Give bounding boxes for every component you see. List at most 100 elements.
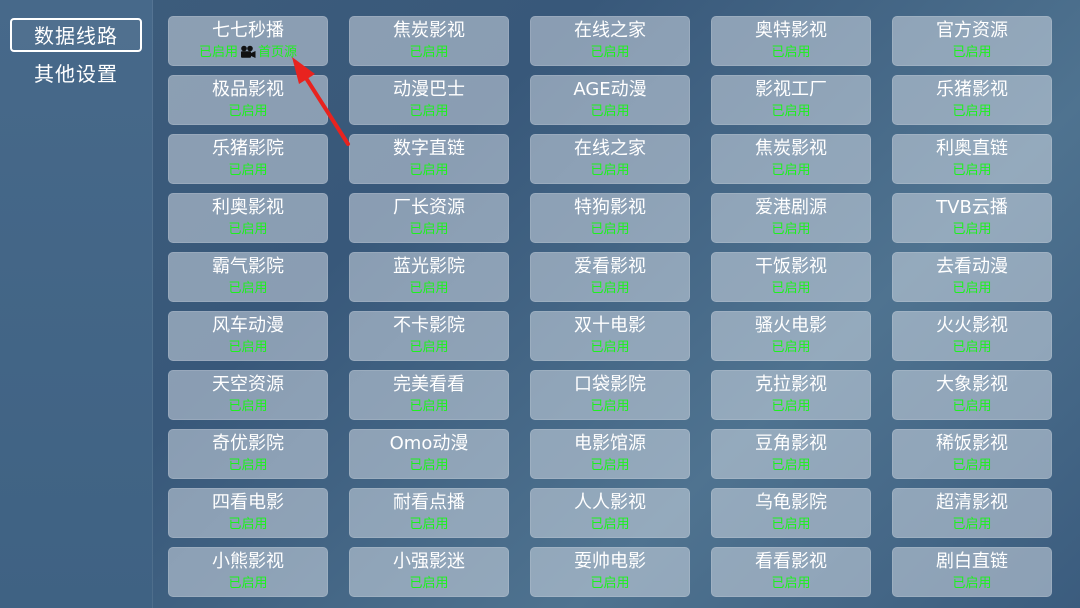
status-label: 已启用: [771, 45, 811, 60]
source-card[interactable]: 去看动漫 已启用: [892, 252, 1052, 302]
source-status: 已启用: [168, 281, 328, 297]
source-status: 已启用: [711, 222, 871, 238]
source-card[interactable]: 七七秒播 已启用 首页源: [168, 16, 328, 66]
source-status: 已启用: [168, 458, 328, 474]
source-card[interactable]: 大象影视 已启用: [892, 370, 1052, 420]
source-card[interactable]: 厂长资源 已启用: [349, 193, 509, 243]
source-card[interactable]: 爱看影视 已启用: [530, 252, 690, 302]
source-name: 乐猪影院: [212, 138, 284, 159]
source-card[interactable]: 官方资源 已启用: [892, 16, 1052, 66]
source-card[interactable]: 超清影视 已启用: [892, 488, 1052, 538]
source-card[interactable]: 数字直链 已启用: [349, 134, 509, 184]
source-card[interactable]: 天空资源 已启用: [168, 370, 328, 420]
source-name: 口袋影院: [574, 374, 646, 395]
source-card[interactable]: 焦炭影视 已启用: [711, 134, 871, 184]
source-card[interactable]: 风车动漫 已启用: [168, 311, 328, 361]
source-card[interactable]: 火火影视 已启用: [892, 311, 1052, 361]
source-card[interactable]: 蓝光影院 已启用: [349, 252, 509, 302]
status-label: 已启用: [952, 281, 992, 296]
source-card[interactable]: 极品影视 已启用: [168, 75, 328, 125]
source-status: 已启用: [349, 104, 509, 120]
source-card[interactable]: 霸气影院 已启用: [168, 252, 328, 302]
source-name: 奥特影视: [755, 20, 827, 41]
source-status: 已启用: [530, 399, 690, 415]
source-card[interactable]: 电影馆源 已启用: [530, 429, 690, 479]
source-card[interactable]: 克拉影视 已启用: [711, 370, 871, 420]
source-card[interactable]: 乐猪影视 已启用: [892, 75, 1052, 125]
source-status: 已启用: [349, 281, 509, 297]
source-card[interactable]: 乌龟影院 已启用: [711, 488, 871, 538]
source-name: 蓝光影院: [393, 256, 465, 277]
source-name: 利奥影视: [212, 197, 284, 218]
source-name: 小强影迷: [393, 551, 465, 572]
status-label: 已启用: [952, 104, 992, 119]
status-label: 已启用: [228, 340, 268, 355]
source-card[interactable]: TVB云播 已启用: [892, 193, 1052, 243]
source-card[interactable]: 完美看看 已启用: [349, 370, 509, 420]
status-label: 已启用: [771, 576, 811, 591]
source-card[interactable]: AGE动漫 已启用: [530, 75, 690, 125]
source-card[interactable]: Omo动漫已启用: [349, 429, 509, 479]
source-grid: 七七秒播 已启用 首页源 焦炭影视 已启用 在线之家 已启用 奥特影视 已启用 官方资源 已启用 极品…: [168, 16, 1052, 602]
source-card[interactable]: 小熊影视 已启用: [168, 547, 328, 597]
source-card[interactable]: 四看电影 已启用: [168, 488, 328, 538]
source-status: 已启用: [711, 281, 871, 297]
source-card[interactable]: 耐看点播 已启用: [349, 488, 509, 538]
source-name: 在线之家: [574, 20, 646, 41]
source-name: 乌龟影院: [755, 492, 827, 513]
status-label: 已启用: [228, 576, 268, 591]
source-card[interactable]: 在线之家 已启用: [530, 134, 690, 184]
source-status: 已启用: [711, 576, 871, 592]
status-label: 已启用: [409, 399, 449, 414]
source-card[interactable]: 焦炭影视 已启用: [349, 16, 509, 66]
status-label: 已启用: [409, 458, 449, 473]
source-card[interactable]: 利奥直链 已启用: [892, 134, 1052, 184]
source-status: 已启用: [349, 399, 509, 415]
status-label: 已启用: [590, 517, 630, 532]
status-label: 已启用: [771, 458, 811, 473]
source-card[interactable]: 利奥影视 已启用: [168, 193, 328, 243]
source-card[interactable]: 干饭影视 已启用: [711, 252, 871, 302]
sidebar-item-other-settings[interactable]: 其他设置: [10, 56, 142, 90]
source-card[interactable]: 特狗影视 已启用: [530, 193, 690, 243]
source-name: 克拉影视: [755, 374, 827, 395]
source-status: 已启用: [530, 517, 690, 533]
source-card[interactable]: 不卡影院 已启用: [349, 311, 509, 361]
source-name: 天空资源: [212, 374, 284, 395]
source-card[interactable]: 影视工厂 已启用: [711, 75, 871, 125]
source-name: 完美看看: [393, 374, 465, 395]
source-status: 已启用: [711, 163, 871, 179]
source-name: 官方资源: [936, 20, 1008, 41]
source-status: 已启用: [892, 163, 1052, 179]
source-card[interactable]: 剧白直链 已启用: [892, 547, 1052, 597]
source-card[interactable]: 骚火电影 已启用: [711, 311, 871, 361]
source-card[interactable]: 爱港剧源 已启用: [711, 193, 871, 243]
source-card[interactable]: 奇优影院 已启用: [168, 429, 328, 479]
source-card[interactable]: 豆角影视 已启用: [711, 429, 871, 479]
status-label: 已启用: [409, 222, 449, 237]
sidebar-item-data-route[interactable]: 数据线路: [10, 18, 142, 52]
source-status: 已启用: [530, 222, 690, 238]
status-label: 已启用: [771, 517, 811, 532]
source-card[interactable]: 在线之家 已启用: [530, 16, 690, 66]
source-card[interactable]: 口袋影院 已启用: [530, 370, 690, 420]
source-card[interactable]: 乐猪影院 已启用: [168, 134, 328, 184]
source-card[interactable]: 耍帅电影 已启用: [530, 547, 690, 597]
source-card[interactable]: 看看影视 已启用: [711, 547, 871, 597]
source-name: 稀饭影视: [936, 433, 1008, 454]
source-card[interactable]: 动漫巴士 已启用: [349, 75, 509, 125]
source-name: Omo动漫: [389, 433, 469, 454]
source-card[interactable]: 小强影迷 已启用: [349, 547, 509, 597]
source-status: 已启用: [892, 458, 1052, 474]
status-label: 已启用: [409, 163, 449, 178]
source-card[interactable]: 人人影视 已启用: [530, 488, 690, 538]
source-card[interactable]: 双十电影 已启用: [530, 311, 690, 361]
source-name: 焦炭影视: [393, 20, 465, 41]
source-card[interactable]: 稀饭影视 已启用: [892, 429, 1052, 479]
source-name: 耍帅电影: [574, 551, 646, 572]
home-source-tag: 首页源: [258, 45, 298, 60]
status-label: 已启用: [228, 399, 268, 414]
source-name: 剧白直链: [936, 551, 1008, 572]
status-label: 已启用: [952, 517, 992, 532]
source-card[interactable]: 奥特影视 已启用: [711, 16, 871, 66]
